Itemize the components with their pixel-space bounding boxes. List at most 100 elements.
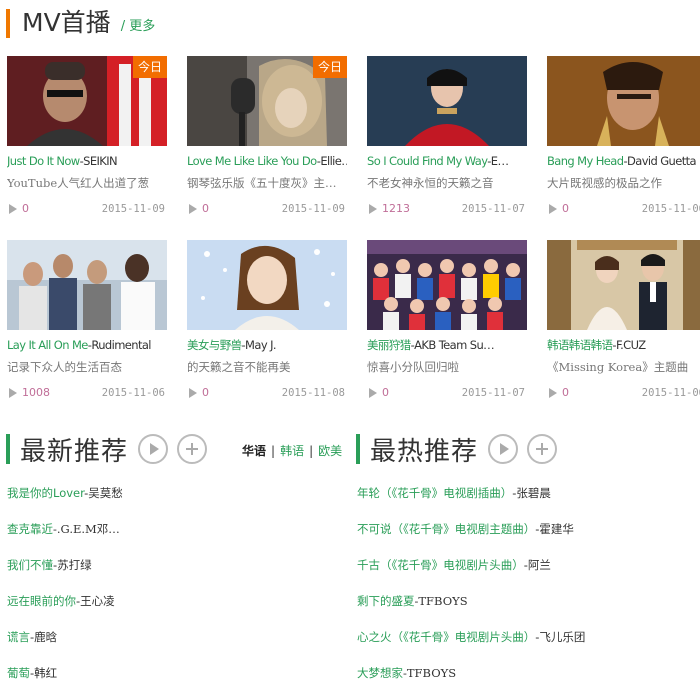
- accent-bar: [356, 434, 360, 464]
- play-count: 0: [202, 202, 209, 215]
- artist-link[interactable]: -.G.E.M邓…: [53, 522, 120, 536]
- play-count-icon: [549, 388, 557, 398]
- mv-artist-link[interactable]: -David Guetta: [623, 154, 696, 168]
- today-badge: 今日: [133, 56, 167, 78]
- song-link[interactable]: 远在眼前的你: [7, 594, 76, 608]
- list-item: 心之火（《花千骨》电视剧片头曲）-飞儿乐团: [357, 629, 585, 645]
- mv-artist-link[interactable]: -E…: [487, 154, 509, 168]
- mv-thumbnail-image: [367, 56, 527, 146]
- latest-section-header: 最新推荐: [6, 433, 208, 467]
- release-date: 2015-11-08: [281, 387, 345, 399]
- play-all-button[interactable]: [138, 434, 169, 464]
- artist-link[interactable]: -阿兰: [524, 558, 551, 572]
- mv-artist-link[interactable]: -May J.: [242, 338, 277, 352]
- mv-artist-link[interactable]: -SEIKIN: [80, 154, 118, 168]
- play-all-button[interactable]: [488, 434, 519, 464]
- release-date: 2015-11-06: [641, 203, 700, 215]
- mv-meta: 0 2015-11-08: [187, 386, 347, 400]
- song-link[interactable]: 葡萄: [7, 666, 30, 680]
- song-link[interactable]: 年轮（《花千骨》电视剧插曲）: [357, 486, 512, 500]
- play-circle-icon: [150, 443, 160, 455]
- mv-song-link[interactable]: 美丽狩猎: [367, 338, 411, 352]
- play-count: 1008: [22, 386, 50, 399]
- artist-link[interactable]: -苏打绿: [53, 558, 92, 572]
- mv-song-link[interactable]: Love Me Like Like You Do: [187, 154, 317, 168]
- mv-song-link[interactable]: Just Do It Now: [7, 154, 80, 168]
- add-all-button[interactable]: [527, 434, 558, 464]
- mv-thumbnail[interactable]: 今日: [187, 56, 347, 146]
- play-count: 1213: [382, 202, 410, 215]
- release-date: 2015-11-06: [641, 387, 700, 399]
- mv-section-title: MV首播: [22, 8, 111, 37]
- list-item: 千古（《花千骨》电视剧片头曲）-阿兰: [357, 557, 551, 573]
- mv-thumbnail[interactable]: [367, 56, 527, 146]
- play-count-icon: [9, 204, 17, 214]
- mv-thumbnail[interactable]: [7, 240, 167, 330]
- accent-bar: [6, 434, 10, 464]
- artist-link[interactable]: -霍建华: [535, 522, 574, 536]
- mv-song-link[interactable]: Lay It All On Me: [7, 338, 88, 352]
- more-link[interactable]: / 更多: [121, 16, 156, 38]
- play-count-icon: [549, 204, 557, 214]
- song-link[interactable]: 查克靠近: [7, 522, 53, 536]
- artist-link[interactable]: -TFBOYS: [415, 594, 468, 608]
- play-count-icon: [189, 204, 197, 214]
- mv-meta: 1008 2015-11-06: [7, 386, 167, 400]
- artist-link[interactable]: -鹿晗: [30, 630, 57, 644]
- mv-thumbnail-image: [367, 240, 527, 330]
- mv-title-line: Lay It All On Me-Rudimental: [7, 338, 167, 352]
- song-link[interactable]: 千古（《花千骨》电视剧片头曲）: [357, 558, 524, 572]
- mv-artist-link[interactable]: -Ellie…: [317, 154, 347, 168]
- list-item: 我们不懂-苏打绿: [7, 557, 92, 573]
- add-all-button[interactable]: [177, 434, 208, 464]
- mv-thumbnail[interactable]: [547, 240, 700, 330]
- list-item: 葡萄-韩红: [7, 665, 57, 681]
- song-link[interactable]: 大梦想家: [357, 666, 403, 680]
- list-item: 谎言-鹿晗: [7, 629, 57, 645]
- mv-description: 大片既视感的极品之作: [547, 176, 662, 190]
- mv-description: 的天籁之音不能再美: [187, 360, 291, 374]
- artist-link[interactable]: -王心凌: [76, 594, 115, 608]
- artist-link[interactable]: -飞儿乐团: [535, 630, 585, 644]
- mv-title-line: Just Do It Now-SEIKIN: [7, 154, 167, 168]
- mv-artist-link[interactable]: -Rudimental: [88, 338, 152, 352]
- mv-thumbnail[interactable]: 今日: [7, 56, 167, 146]
- artist-link[interactable]: -韩红: [30, 666, 57, 680]
- mv-song-link[interactable]: 美女与野兽: [187, 338, 242, 352]
- mv-song-link[interactable]: So I Could Find My Way: [367, 154, 488, 168]
- tab-korean[interactable]: 韩语: [280, 442, 304, 459]
- mv-meta: 0 2015-11-06: [547, 202, 700, 216]
- mv-meta: 0 2015-11-09: [7, 202, 167, 216]
- latest-section-title: 最新推荐: [20, 436, 129, 467]
- list-item: 大梦想家-TFBOYS: [357, 665, 456, 681]
- song-link[interactable]: 我是你的Lover: [7, 486, 84, 500]
- song-link[interactable]: 我们不懂: [7, 558, 53, 572]
- list-item: 年轮（《花千骨》电视剧插曲）-张碧晨: [357, 485, 551, 501]
- song-link[interactable]: 不可说（《花千骨》电视剧主题曲）: [357, 522, 535, 536]
- mv-description: 不老女神永恒的天籁之音: [367, 176, 494, 190]
- mv-thumbnail[interactable]: [367, 240, 527, 330]
- play-count: 0: [202, 386, 209, 399]
- mv-title-line: 韩语韩语韩语-F.CUZ: [547, 338, 700, 352]
- song-link[interactable]: 谎言: [7, 630, 30, 644]
- mv-song-link[interactable]: 韩语韩语韩语: [547, 338, 613, 352]
- release-date: 2015-11-06: [101, 387, 165, 399]
- song-link[interactable]: 心之火（《花千骨》电视剧片头曲）: [357, 630, 535, 644]
- mv-title-line: Love Me Like Like You Do-Ellie…: [187, 154, 347, 168]
- mv-thumbnail[interactable]: [187, 240, 347, 330]
- mv-artist-link[interactable]: -AKB Team Su…: [411, 338, 495, 352]
- list-item: 剩下的盛夏-TFBOYS: [357, 593, 468, 609]
- artist-link[interactable]: -张碧晨: [512, 486, 551, 500]
- mv-description: 记录下众人的生活百态: [7, 360, 122, 374]
- artist-link[interactable]: -TFBOYS: [403, 666, 456, 680]
- song-link[interactable]: 剩下的盛夏: [357, 594, 415, 608]
- mv-thumbnail[interactable]: [547, 56, 700, 146]
- mv-artist-link[interactable]: -F.CUZ: [612, 338, 646, 352]
- mv-title-line: Bang My Head-David Guetta: [547, 154, 700, 168]
- artist-link[interactable]: -吴莫愁: [84, 486, 123, 500]
- tab-chinese[interactable]: 华语: [242, 442, 266, 459]
- mv-song-link[interactable]: Bang My Head: [547, 154, 624, 168]
- tab-separator: |: [271, 443, 276, 458]
- play-count-icon: [369, 388, 377, 398]
- tab-western[interactable]: 欧美: [318, 442, 342, 459]
